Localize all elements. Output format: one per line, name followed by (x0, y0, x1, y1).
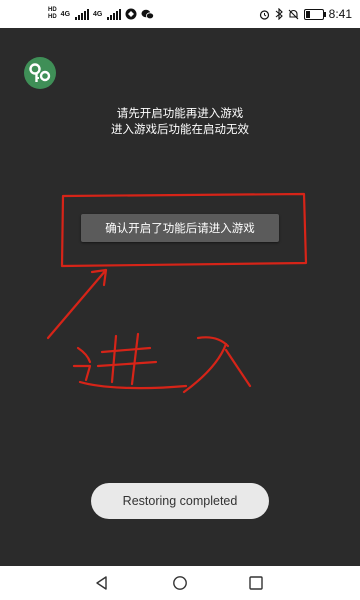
app-logo-icon[interactable] (24, 57, 56, 89)
battery-icon (303, 8, 326, 20)
home-icon[interactable] (172, 575, 188, 591)
network-type-1: 4G (60, 10, 71, 18)
clock-time: 8:41 (328, 7, 352, 21)
instruction-text-line1: 请先开启功能再进入游戏 (116, 106, 244, 120)
chat-app-icon (125, 8, 137, 20)
status-bar-left: HD HD 4G 4G (48, 5, 155, 23)
back-icon[interactable] (94, 575, 110, 591)
signal-icon-2 (107, 8, 122, 20)
annotation-arrow (46, 268, 108, 340)
bluetooth-icon (275, 8, 283, 20)
recents-icon[interactable] (248, 575, 264, 591)
confirm-enter-game-button[interactable]: 确认开启了功能后请进入游戏 (81, 214, 279, 242)
status-bar: HD HD 4G 4G 8:41 (0, 0, 360, 28)
network-type-2: 4G (93, 10, 103, 18)
instruction-text-line2: 进入游戏后功能在启动无效 (111, 122, 249, 136)
hd-badge: HD HD (48, 7, 57, 21)
signal-icon (75, 8, 90, 20)
status-bar-right: 8:41 (259, 5, 352, 23)
mute-icon (288, 9, 299, 19)
toast-message: Restoring completed (91, 483, 269, 519)
alarm-icon (259, 9, 269, 20)
navigation-bar (0, 566, 360, 600)
wechat-icon (141, 9, 155, 19)
hd-bottom-label: HD (48, 14, 57, 20)
hd-top-label: HD (48, 7, 57, 13)
